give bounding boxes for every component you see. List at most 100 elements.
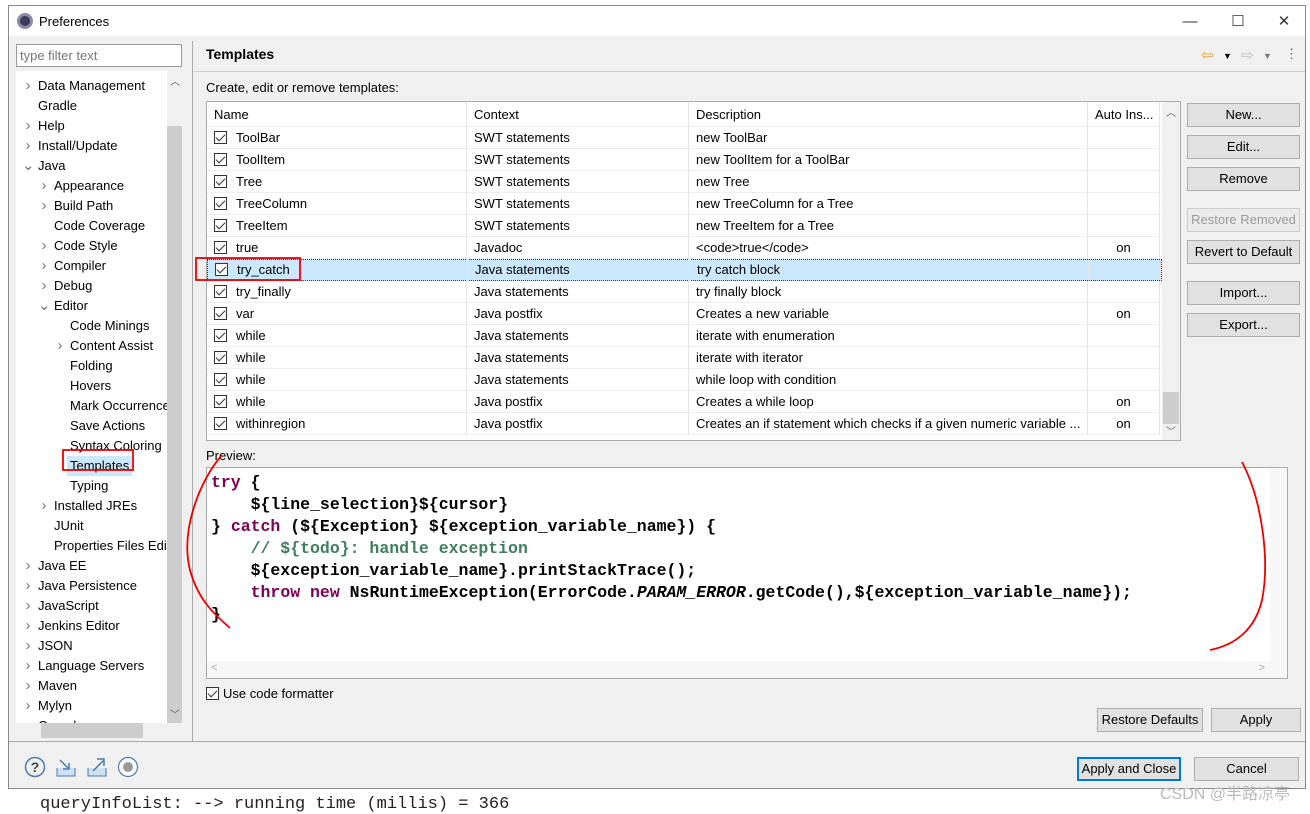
scrollbar-thumb[interactable] <box>41 723 143 738</box>
chevron-down-icon[interactable]: ⌄ <box>22 156 35 176</box>
table-row[interactable]: try_finally Java statements try finally bl… <box>207 280 1162 303</box>
tree-item[interactable]: › Install/Update <box>16 136 176 156</box>
table-row[interactable]: ToolItem SWT statements new ToolItem for a… <box>207 148 1162 171</box>
tree-item[interactable]: › Java EE <box>16 556 176 576</box>
template-enabled-checkbox[interactable] <box>214 416 227 430</box>
template-enabled-checkbox[interactable] <box>214 284 227 298</box>
template-enabled-checkbox[interactable] <box>214 394 227 408</box>
table-row[interactable]: TreeColumn SWT statements new TreeColumn f… <box>207 192 1162 215</box>
tree-item[interactable]: JUnit <box>16 516 176 536</box>
table-row[interactable]: withinregion Java postfix Creates an if st… <box>207 412 1162 435</box>
template-enabled-checkbox[interactable] <box>214 328 227 342</box>
table-row[interactable]: while Java statements iterate with enumera… <box>207 324 1162 347</box>
template-enabled-checkbox[interactable] <box>214 372 227 386</box>
tree-item[interactable]: Properties Files Editor <box>16 536 182 556</box>
panel-divider[interactable] <box>192 41 193 741</box>
help-icon[interactable]: ? <box>24 756 46 778</box>
column-header-0[interactable]: Name <box>207 102 467 127</box>
tree-item[interactable]: Templates <box>16 456 176 476</box>
chevron-right-icon[interactable]: › <box>22 696 34 716</box>
revert-to-default-button[interactable]: Revert to Default <box>1187 240 1300 264</box>
tree-item[interactable]: › Maven <box>16 676 176 696</box>
scroll-up-icon[interactable]: ︿ <box>1166 104 1176 119</box>
preview-horizontal-scrollbar[interactable]: < > <box>207 661 1287 678</box>
table-row[interactable]: ToolBar SWT statements new ToolBar <box>207 126 1162 149</box>
tree-item[interactable]: › Mylyn <box>16 696 176 716</box>
table-row[interactable]: try_catch Java statements try catch block <box>207 259 1162 281</box>
chevron-down-icon[interactable]: ⌄ <box>38 296 51 316</box>
export-button[interactable]: Export... <box>1187 313 1300 337</box>
chevron-right-icon[interactable]: › <box>38 256 50 276</box>
import-preferences-icon[interactable] <box>55 756 77 778</box>
use-code-formatter-checkbox[interactable]: Use code formatter <box>206 686 334 701</box>
chevron-right-icon[interactable]: › <box>22 116 34 136</box>
tree-item[interactable]: › Appearance <box>16 176 176 196</box>
table-row[interactable]: while Java postfix Creates a while loop on <box>207 390 1162 413</box>
filter-input[interactable] <box>16 44 182 67</box>
chevron-right-icon[interactable]: › <box>54 336 66 356</box>
preview-vertical-scrollbar[interactable] <box>1270 468 1287 662</box>
cancel-button[interactable]: Cancel <box>1194 757 1299 781</box>
chevron-right-icon[interactable]: › <box>38 276 50 296</box>
edit-button[interactable]: Edit... <box>1187 135 1300 159</box>
template-enabled-checkbox[interactable] <box>214 306 227 320</box>
tree-item[interactable]: › Language Servers <box>16 656 176 676</box>
table-row[interactable]: true Javadoc <code>true</code> on <box>207 236 1162 259</box>
apply-button[interactable]: Apply <box>1211 708 1301 732</box>
tree-item[interactable]: › Compiler <box>16 256 176 276</box>
tree-item[interactable]: Typing <box>16 476 176 496</box>
scrollbar-thumb[interactable] <box>1163 392 1179 424</box>
apply-and-close-button[interactable]: Apply and Close <box>1077 757 1181 781</box>
tree-item[interactable]: › Java Persistence <box>16 576 176 596</box>
back-arrow-icon[interactable]: ⇦ <box>1201 46 1214 64</box>
chevron-right-icon[interactable]: › <box>22 576 34 596</box>
tree-item[interactable]: › Installed JREs <box>16 496 176 516</box>
import-button[interactable]: Import... <box>1187 281 1300 305</box>
template-enabled-checkbox[interactable] <box>214 196 227 210</box>
table-row[interactable]: while Java statements while loop with cond… <box>207 368 1162 391</box>
new-button[interactable]: New... <box>1187 103 1300 127</box>
export-preferences-icon[interactable] <box>86 756 108 778</box>
column-header-2[interactable]: Description <box>689 102 1088 127</box>
chevron-right-icon[interactable]: › <box>22 556 34 576</box>
record-icon[interactable] <box>117 756 139 778</box>
template-enabled-checkbox[interactable] <box>214 350 227 364</box>
tree-item[interactable]: Hovers <box>16 376 176 396</box>
restore-defaults-button[interactable]: Restore Defaults <box>1097 708 1203 732</box>
view-menu-icon[interactable]: ⋮ <box>1285 46 1298 62</box>
maximize-button[interactable]: ☐ <box>1215 6 1261 36</box>
checkbox-checked-icon[interactable] <box>206 687 219 700</box>
forward-arrow-icon[interactable]: ⇨ <box>1241 46 1254 64</box>
chevron-right-icon[interactable]: › <box>22 136 34 156</box>
scroll-up-icon[interactable]: ︿ <box>170 73 180 88</box>
tree-item[interactable]: › Content Assist <box>16 336 176 356</box>
table-row[interactable]: TreeItem SWT statements new TreeItem for a… <box>207 214 1162 237</box>
close-button[interactable]: ✕ <box>1261 6 1307 36</box>
chevron-right-icon[interactable]: › <box>38 236 50 256</box>
tree-horizontal-scrollbar[interactable] <box>16 723 182 738</box>
tree-item[interactable]: › Debug <box>16 276 176 296</box>
scroll-down-icon[interactable]: ﹀ <box>1166 423 1176 438</box>
tree-item[interactable]: › Build Path <box>16 196 176 216</box>
tree-vertical-scrollbar[interactable]: ︿ ﹀ <box>167 71 182 726</box>
table-row[interactable]: Tree SWT statements new Tree <box>207 170 1162 193</box>
tree-item[interactable]: Save Actions <box>16 416 176 436</box>
forward-menu-chevron-icon[interactable]: ▼ <box>1263 51 1272 61</box>
template-enabled-checkbox[interactable] <box>214 130 227 144</box>
template-enabled-checkbox[interactable] <box>215 263 228 276</box>
chevron-right-icon[interactable]: › <box>22 76 34 96</box>
template-preview[interactable]: try { ${line_selection}${cursor}} catch … <box>206 467 1288 679</box>
tree-item[interactable]: ⌄ Java <box>16 156 176 176</box>
tree-item[interactable]: Gradle <box>16 96 176 116</box>
chevron-right-icon[interactable]: › <box>38 176 50 196</box>
tree-item[interactable]: › JavaScript <box>16 596 176 616</box>
tree-item[interactable]: Code Minings <box>16 316 176 336</box>
tree-item[interactable]: › Help <box>16 116 176 136</box>
tree-item[interactable]: › JSON <box>16 636 176 656</box>
chevron-right-icon[interactable]: › <box>38 496 50 516</box>
chevron-right-icon[interactable]: › <box>22 656 34 676</box>
chevron-right-icon[interactable]: › <box>22 616 34 636</box>
template-enabled-checkbox[interactable] <box>214 174 227 188</box>
chevron-right-icon[interactable]: › <box>22 676 34 696</box>
tree-item[interactable]: Code Coverage <box>16 216 176 236</box>
